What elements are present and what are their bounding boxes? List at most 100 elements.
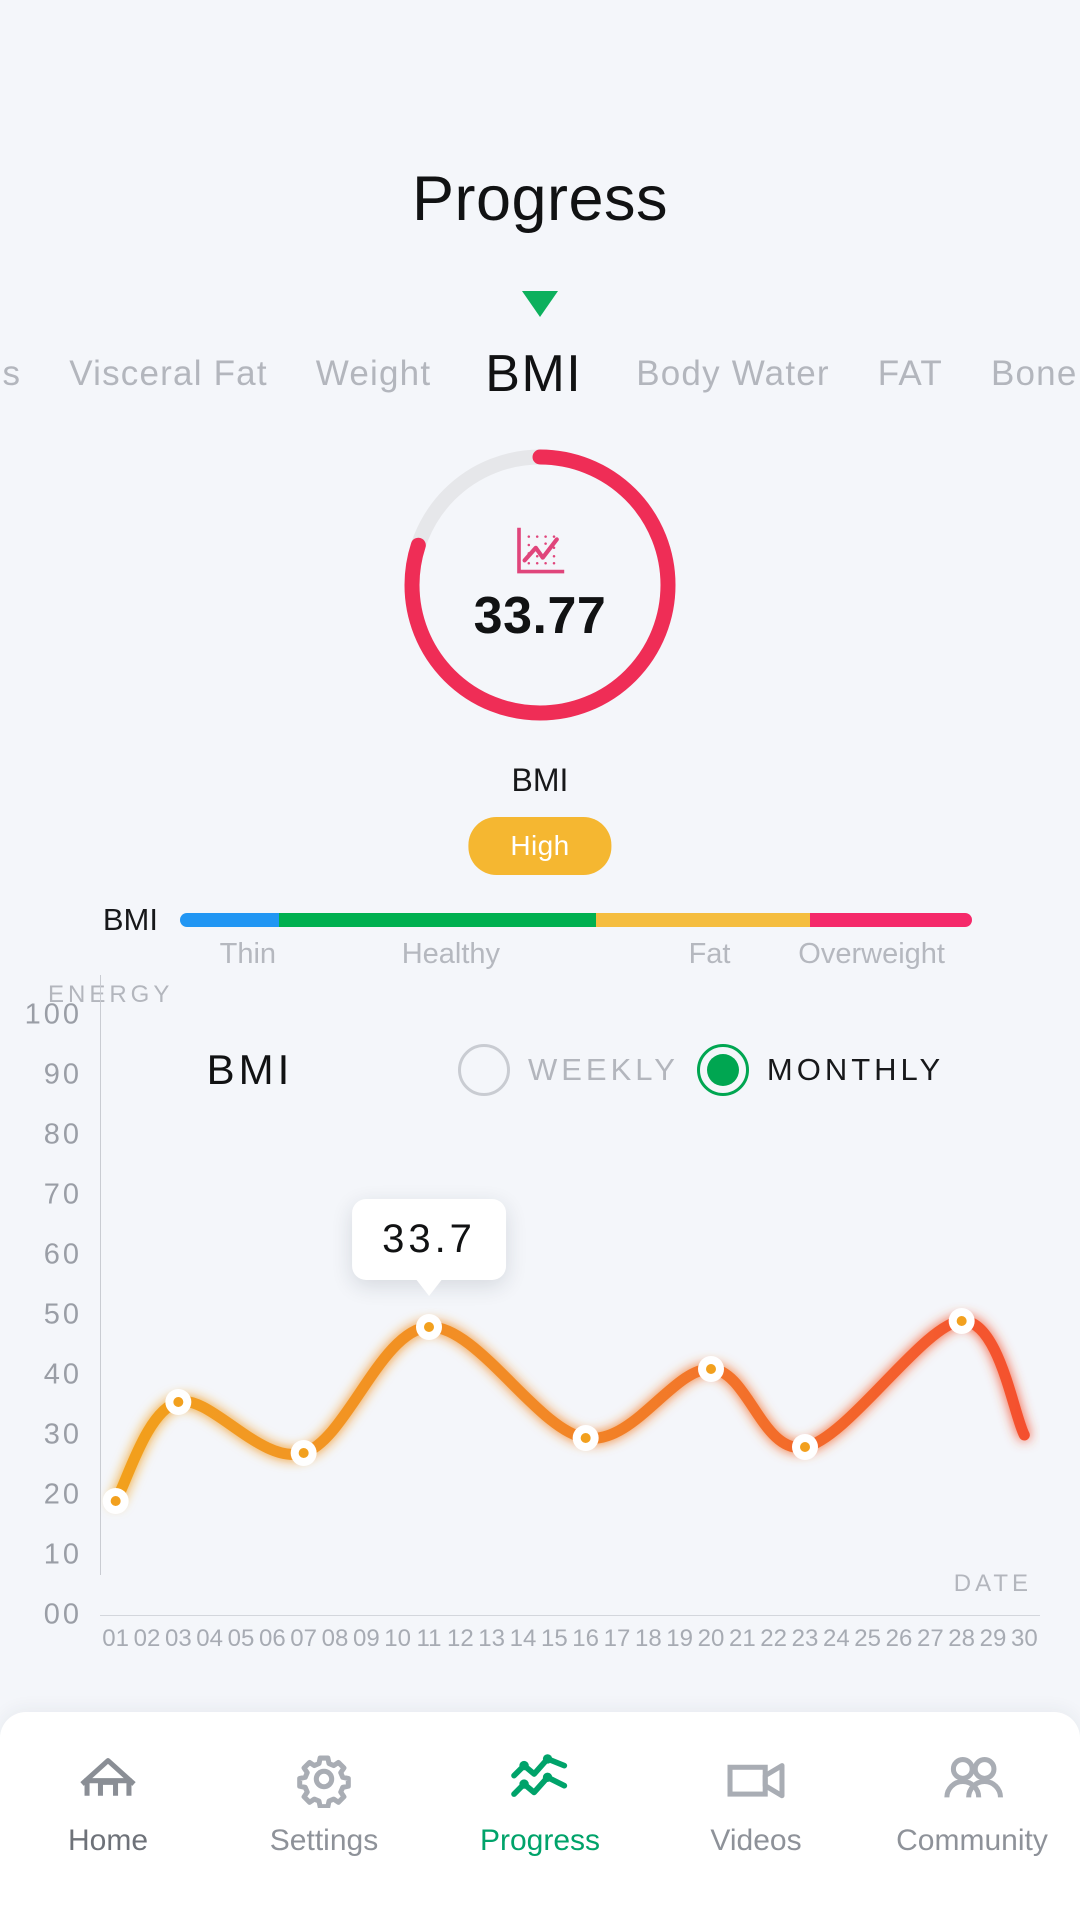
people-icon	[944, 1757, 1003, 1798]
progress-chart-icon	[511, 1754, 568, 1797]
x-tick-13: 13	[478, 1625, 506, 1652]
data-point-dot	[110, 1496, 121, 1506]
nav-label-videos: Videos	[710, 1824, 802, 1857]
metric-tab-bmi[interactable]: BMI	[455, 344, 612, 404]
range-segment-healthy	[279, 913, 596, 927]
range-label-thin: Thin	[219, 938, 277, 970]
nav-item-home[interactable]: Home	[0, 1750, 216, 1858]
x-tick-12: 12	[446, 1625, 474, 1652]
x-tick-04: 04	[196, 1625, 224, 1652]
x-tick-26: 26	[885, 1625, 913, 1652]
x-tick-19: 19	[666, 1625, 694, 1652]
progress-screen: Progress s Visceral Fat Weight BMI Body Wate…	[0, 0, 1080, 1920]
nav-item-videos[interactable]: Videos	[648, 1750, 864, 1858]
x-tick-24: 24	[822, 1625, 850, 1652]
x-tick-06: 06	[258, 1625, 286, 1652]
data-point-dot	[298, 1448, 309, 1458]
x-axis-ticks: 01 02 03 04 05 06 07 08 09 10 11 12 13 14 15 16 17 18 19 20…	[100, 1625, 1040, 1669]
gear-icon	[297, 1755, 351, 1808]
nav-item-settings[interactable]: Settings	[216, 1750, 432, 1858]
x-tick-10: 10	[384, 1625, 412, 1652]
x-tick-11: 11	[416, 1625, 442, 1652]
nav-label-community: Community	[896, 1824, 1048, 1857]
gauge-metric-label: BMI	[511, 762, 569, 798]
line-chart-icon	[517, 527, 565, 574]
nav-label-progress: Progress	[479, 1824, 601, 1857]
x-tick-27: 27	[916, 1625, 944, 1652]
nav-label-settings: Settings	[269, 1824, 379, 1857]
metric-tab-bone[interactable]: Bone	[967, 354, 1080, 394]
x-tick-03: 03	[164, 1625, 192, 1652]
range-title: BMI	[102, 902, 158, 937]
x-tick-17: 17	[603, 1625, 631, 1652]
nav-item-community[interactable]: Community	[864, 1750, 1080, 1858]
x-tick-14: 14	[509, 1625, 537, 1652]
y-tick-20: 20	[43, 1478, 82, 1511]
x-tick-29: 29	[979, 1625, 1007, 1652]
video-camera-icon	[727, 1763, 785, 1799]
data-point-dot	[800, 1442, 810, 1452]
bmi-gauge: 33.77	[397, 442, 683, 728]
gauge-value: 33.77	[473, 587, 607, 645]
x-tick-25: 25	[854, 1625, 882, 1652]
chart-tooltip: 33.7	[352, 1199, 506, 1280]
chart-line	[102, 1308, 1030, 1514]
y-tick-50: 50	[43, 1298, 82, 1331]
bmi-range-bar	[180, 913, 972, 927]
range-label-healthy: Healthy	[401, 938, 501, 970]
x-tick-05: 05	[227, 1625, 255, 1652]
x-tick-22: 22	[760, 1625, 788, 1652]
y-tick-10: 10	[43, 1538, 82, 1571]
metric-tab-s[interactable]: s	[0, 354, 45, 394]
x-tick-09: 09	[352, 1625, 380, 1652]
metric-tab-strip[interactable]: s Visceral Fat Weight BMI Body Water FAT Bone	[0, 338, 1080, 410]
page-title: Progress	[411, 164, 669, 234]
nav-item-progress[interactable]: Progress	[432, 1750, 648, 1858]
x-tick-16: 16	[572, 1625, 600, 1652]
range-label-overweight: Overweight	[798, 938, 945, 970]
x-tick-07: 07	[290, 1625, 318, 1652]
y-axis-ticks: 100 90 80 70 60 50 40 30 20 10 00	[0, 999, 100, 1631]
x-tick-28: 28	[948, 1625, 976, 1652]
data-point-dot	[173, 1397, 184, 1407]
data-point-dot	[706, 1364, 716, 1374]
x-tick-01: 01	[102, 1625, 130, 1652]
nav-label-home: Home	[67, 1824, 149, 1857]
range-label-fat: Fat	[688, 938, 731, 970]
range-segment-overweight	[809, 913, 972, 927]
active-metric-caret-icon	[522, 291, 558, 317]
y-tick-70: 70	[43, 1178, 82, 1211]
x-tick-30: 30	[1010, 1625, 1038, 1652]
y-tick-60: 60	[43, 1238, 82, 1271]
metric-tab-weight[interactable]: Weight	[292, 354, 456, 394]
y-tick-30: 30	[43, 1418, 82, 1451]
status-badge: High	[468, 817, 612, 875]
data-point-dot	[580, 1433, 591, 1443]
x-tick-15: 15	[540, 1625, 568, 1652]
range-segment-thin	[180, 913, 279, 927]
y-tick-90: 90	[43, 1058, 82, 1091]
bmi-range-row: BMI	[0, 900, 1080, 940]
metric-tab-fat[interactable]: FAT	[854, 354, 967, 394]
x-tick-02: 02	[133, 1625, 161, 1652]
metric-tab-visceral-fat[interactable]: Visceral Fat	[45, 354, 292, 394]
x-tick-23: 23	[791, 1625, 819, 1652]
chart-plot-area	[100, 1015, 1040, 1615]
data-point-dot	[956, 1316, 967, 1326]
y-tick-80: 80	[43, 1118, 82, 1151]
gauge-center: 33.77	[397, 442, 683, 728]
x-tick-08: 08	[321, 1625, 349, 1652]
bottom-navigation[interactable]: Home Settings Progress Videos Community	[0, 1712, 1080, 1920]
bmi-chart-panel: ENERGY DATE 100 90 80 70 60 50 40 30 20 10 00 01 02…	[0, 975, 1080, 1675]
range-segment-fat	[595, 913, 810, 927]
y-tick-0: 00	[43, 1598, 82, 1631]
x-tick-21: 21	[728, 1625, 756, 1652]
y-tick-40: 40	[43, 1358, 82, 1391]
data-point-dot	[424, 1322, 434, 1332]
x-axis-line	[100, 1615, 1040, 1616]
metric-tab-body-water[interactable]: Body Water	[612, 354, 854, 394]
y-tick-100: 100	[24, 998, 82, 1031]
x-tick-18: 18	[634, 1625, 662, 1652]
x-tick-20: 20	[697, 1625, 725, 1652]
home-icon	[80, 1758, 136, 1796]
